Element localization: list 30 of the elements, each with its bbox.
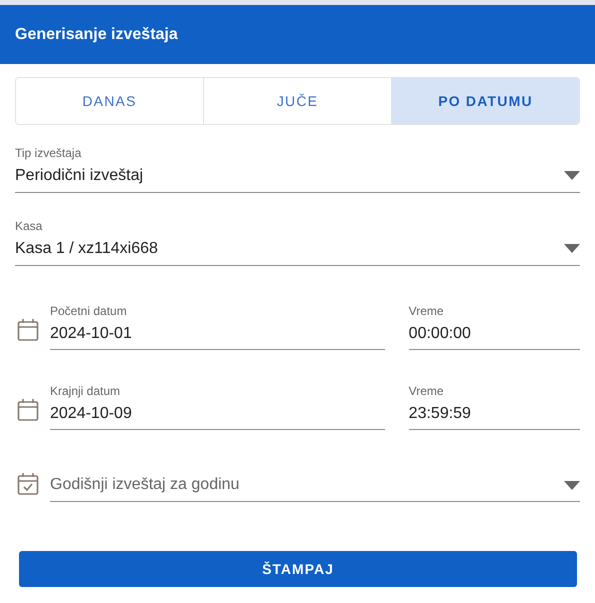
field-label: Krajnji datum	[50, 384, 122, 398]
field-value: 23:59:59	[408, 404, 472, 424]
tab[interactable]: PO DATUMU	[392, 78, 579, 124]
time-field[interactable]: Vreme 00:00:00	[408, 304, 580, 350]
field-value: Periodični izveštaj	[15, 166, 144, 186]
field-label: Kasa	[15, 219, 44, 233]
dropdown-field[interactable]: Tip izveštaja Periodični izveštaj	[15, 146, 580, 193]
dialog-title: Generisanje izveštaja	[15, 26, 178, 44]
field-label: Tip izveštaja	[15, 146, 82, 160]
calendar-icon	[17, 398, 39, 422]
dropdown-caret-icon	[564, 244, 580, 253]
date-field[interactable]: Krajnji datum 2024-10-09	[50, 384, 385, 430]
field-label: Početni datum	[50, 304, 128, 318]
calendar-check-icon	[17, 472, 39, 496]
dropdown-caret-icon	[564, 171, 580, 180]
field-value: Kasa 1 / xz114xi668	[15, 239, 159, 259]
calendar-icon	[17, 318, 39, 342]
time-field[interactable]: Vreme 23:59:59	[408, 384, 580, 430]
print-button[interactable]: ŠTAMPAJ	[19, 551, 577, 587]
tab[interactable]: DANAS	[16, 78, 204, 124]
dropdown-field[interactable]: Kasa Kasa 1 / xz114xi668	[15, 219, 580, 266]
field-label: Vreme	[408, 304, 445, 318]
dropdown-caret-icon	[564, 480, 580, 490]
field-value: 2024-10-01	[50, 324, 133, 344]
field-value: 2024-10-09	[50, 404, 133, 424]
date-field[interactable]: Početni datum 2024-10-01	[50, 304, 385, 350]
placeholder-text: Godišnji izveštaj za godinu	[50, 475, 240, 495]
year-dropdown[interactable]: Godišnji izveštaj za godinu	[50, 475, 580, 502]
field-value: 00:00:00	[408, 324, 472, 344]
field-label: Vreme	[408, 384, 445, 398]
